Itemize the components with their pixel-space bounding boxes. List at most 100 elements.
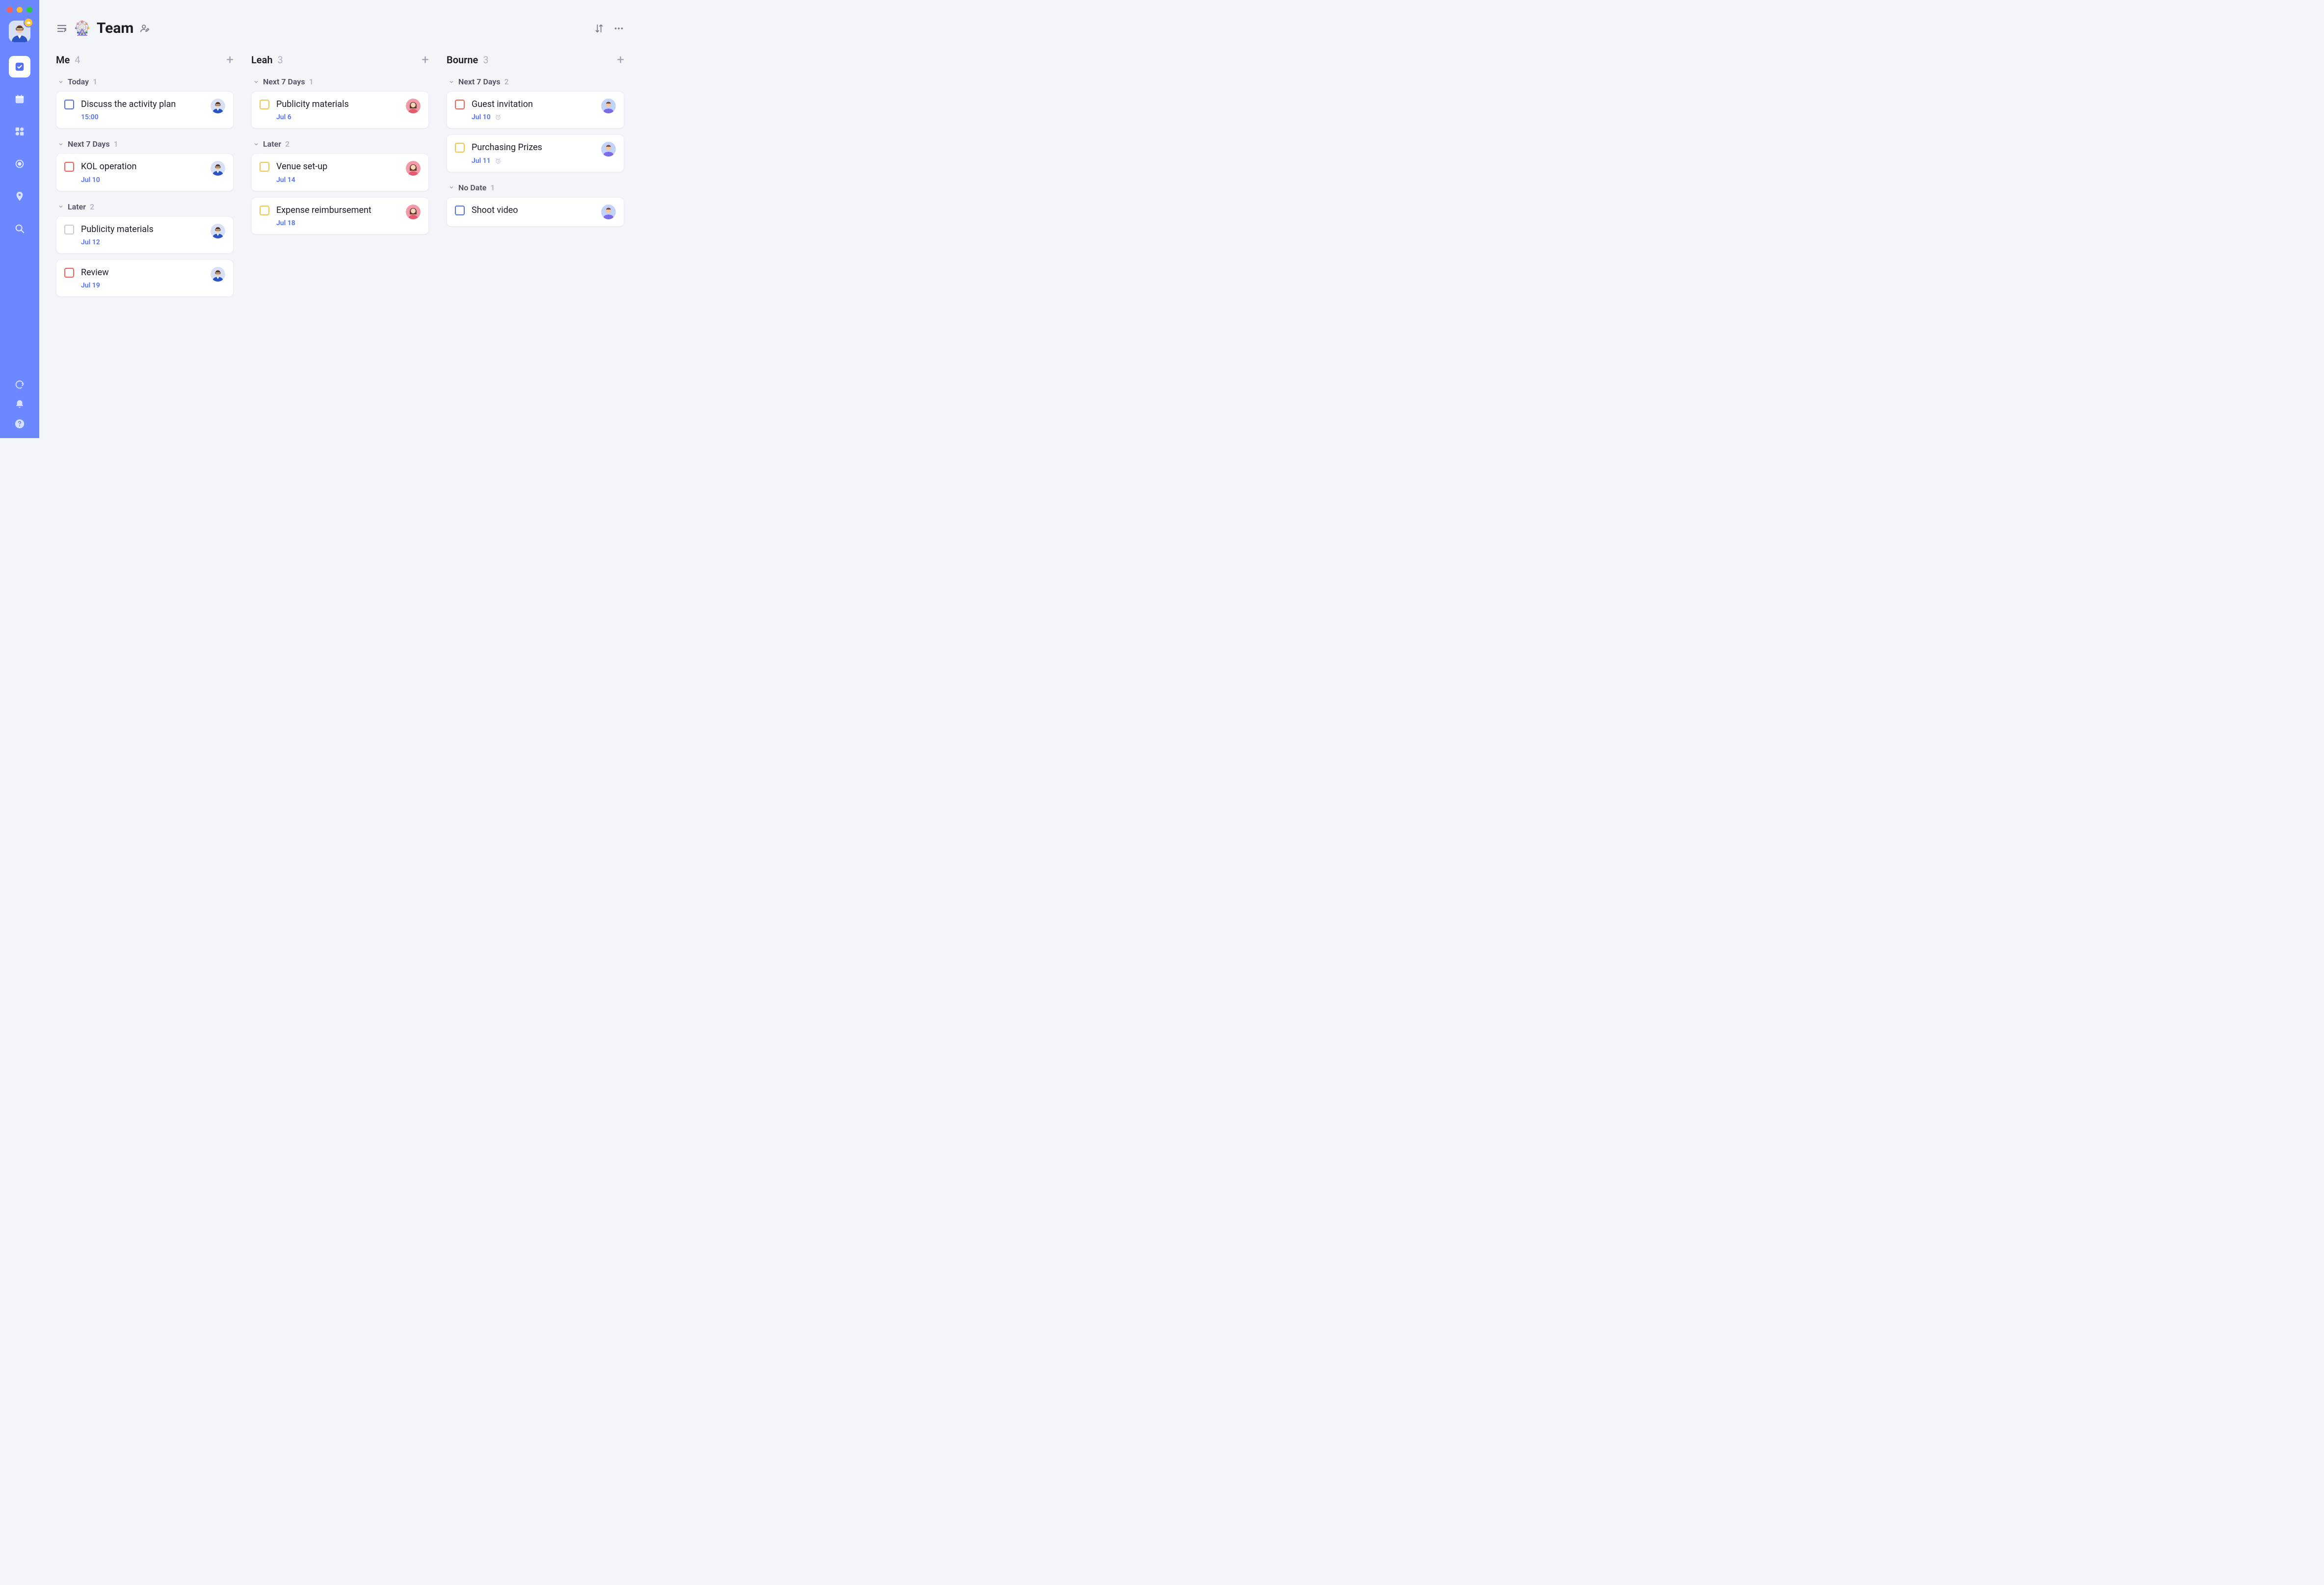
alarm-icon [495, 157, 502, 164]
task-title: Expense reimbursement [276, 205, 399, 216]
nav-apps[interactable] [9, 121, 30, 142]
more-button[interactable] [613, 23, 624, 34]
chevron-down-icon [58, 79, 64, 85]
minimize-window-button[interactable] [17, 7, 23, 13]
task-card[interactable]: Guest invitation Jul 10 [447, 91, 624, 129]
task-checkbox[interactable] [260, 206, 269, 215]
task-group: Next 7 Days 2 Guest invitation Jul 10 Pu… [447, 75, 624, 172]
group-header[interactable]: Later 2 [251, 137, 429, 154]
task-meta: Jul 19 [81, 282, 204, 289]
task-assignee-avatar[interactable] [211, 99, 225, 113]
task-title: Discuss the activity plan [81, 99, 204, 110]
group-label: Next 7 Days [263, 77, 305, 86]
group-count: 1 [309, 77, 314, 86]
nav-focus[interactable] [9, 153, 30, 175]
menu-icon [56, 23, 68, 34]
task-card[interactable]: Discuss the activity plan 15:00 [56, 91, 234, 129]
chevron-down-icon [58, 204, 64, 209]
premium-badge-icon [24, 18, 33, 27]
apps-icon [14, 126, 25, 137]
column-name: Bourne [447, 54, 478, 66]
column-header: Bourne 3 + [447, 53, 624, 66]
add-task-button[interactable]: + [226, 53, 234, 66]
task-assignee-avatar[interactable] [211, 224, 225, 238]
group-count: 1 [114, 139, 118, 149]
group-header[interactable]: No Date 1 [447, 181, 624, 197]
task-checkbox[interactable] [64, 100, 74, 109]
page-header: 🎡 Team [56, 20, 624, 37]
task-assignee-avatar[interactable] [211, 161, 225, 176]
task-checkbox[interactable] [260, 162, 269, 172]
task-assignee-avatar[interactable] [406, 161, 421, 176]
board-column: Bourne 3 + Next 7 Days 2 Guest invitatio… [447, 53, 624, 306]
add-task-button[interactable]: + [617, 53, 624, 66]
add-task-button[interactable]: + [422, 53, 429, 66]
nav-calendar[interactable] [9, 88, 30, 110]
task-meta: Jul 18 [276, 219, 399, 227]
task-checkbox[interactable] [64, 162, 74, 172]
task-checkbox[interactable] [455, 143, 465, 153]
task-assignee-avatar[interactable] [601, 142, 616, 156]
task-group: No Date 1 Shoot video [447, 181, 624, 227]
task-meta: Jul 10 [81, 176, 204, 184]
nav-notifications[interactable] [14, 399, 25, 410]
group-header[interactable]: Next 7 Days 1 [56, 137, 234, 154]
task-checkbox[interactable] [64, 268, 74, 278]
task-title: Publicity materials [276, 99, 399, 110]
group-header[interactable]: Today 1 [56, 75, 234, 91]
nav-tasks[interactable] [9, 56, 30, 78]
chevron-down-icon [253, 141, 259, 147]
task-assignee-avatar[interactable] [601, 205, 616, 219]
task-group: Later 2 Venue set-up Jul 14 Expense reim… [251, 137, 429, 234]
chevron-down-icon [253, 79, 259, 85]
task-card[interactable]: Review Jul 19 [56, 260, 234, 297]
page-title: Team [97, 20, 133, 37]
group-count: 2 [90, 202, 94, 211]
task-checkbox[interactable] [260, 100, 269, 109]
task-assignee-avatar[interactable] [601, 99, 616, 113]
toggle-sidebar-button[interactable] [56, 23, 68, 34]
group-label: No Date [458, 183, 486, 192]
task-assignee-avatar[interactable] [211, 267, 225, 282]
user-avatar[interactable] [9, 21, 30, 42]
task-card[interactable]: Purchasing Prizes Jul 11 [447, 134, 624, 172]
task-card[interactable]: Publicity materials Jul 12 [56, 216, 234, 254]
help-icon [14, 418, 25, 429]
sidebar [0, 0, 39, 438]
task-assignee-avatar[interactable] [406, 99, 421, 113]
sync-icon [14, 379, 25, 390]
task-card[interactable]: Shoot video [447, 197, 624, 227]
task-card[interactable]: Venue set-up Jul 14 [251, 154, 429, 191]
task-group: Next 7 Days 1 Publicity materials Jul 6 [251, 75, 429, 129]
ellipsis-icon [613, 23, 624, 34]
group-header[interactable]: Next 7 Days 2 [447, 75, 624, 91]
alarm-icon [495, 114, 502, 121]
nav-help[interactable] [14, 418, 25, 429]
task-group: Later 2 Publicity materials Jul 12 Revie… [56, 200, 234, 297]
share-button[interactable] [139, 23, 150, 34]
task-title: Publicity materials [81, 224, 204, 235]
close-window-button[interactable] [7, 7, 13, 13]
task-assignee-avatar[interactable] [406, 205, 421, 219]
pin-icon [14, 191, 25, 202]
task-checkbox[interactable] [455, 100, 465, 109]
task-checkbox[interactable] [455, 206, 465, 215]
maximize-window-button[interactable] [26, 7, 32, 13]
task-checkbox[interactable] [64, 225, 74, 234]
board-columns: Me 4 + Today 1 Discuss the activity plan… [56, 53, 624, 306]
group-label: Next 7 Days [68, 139, 110, 149]
nav-location[interactable] [9, 185, 30, 207]
sort-button[interactable] [594, 23, 605, 34]
nav-search[interactable] [9, 218, 30, 239]
task-card[interactable]: KOL operation Jul 10 [56, 154, 234, 191]
group-header[interactable]: Next 7 Days 1 [251, 75, 429, 91]
task-card[interactable]: Expense reimbursement Jul 18 [251, 197, 429, 234]
task-card[interactable]: Publicity materials Jul 6 [251, 91, 429, 129]
column-header: Leah 3 + [251, 53, 429, 66]
task-meta: 15:00 [81, 113, 204, 121]
nav-sync[interactable] [14, 379, 25, 390]
sort-icon [594, 23, 605, 34]
group-header[interactable]: Later 2 [56, 200, 234, 216]
task-meta: Jul 14 [276, 176, 399, 184]
group-count: 2 [285, 139, 290, 149]
